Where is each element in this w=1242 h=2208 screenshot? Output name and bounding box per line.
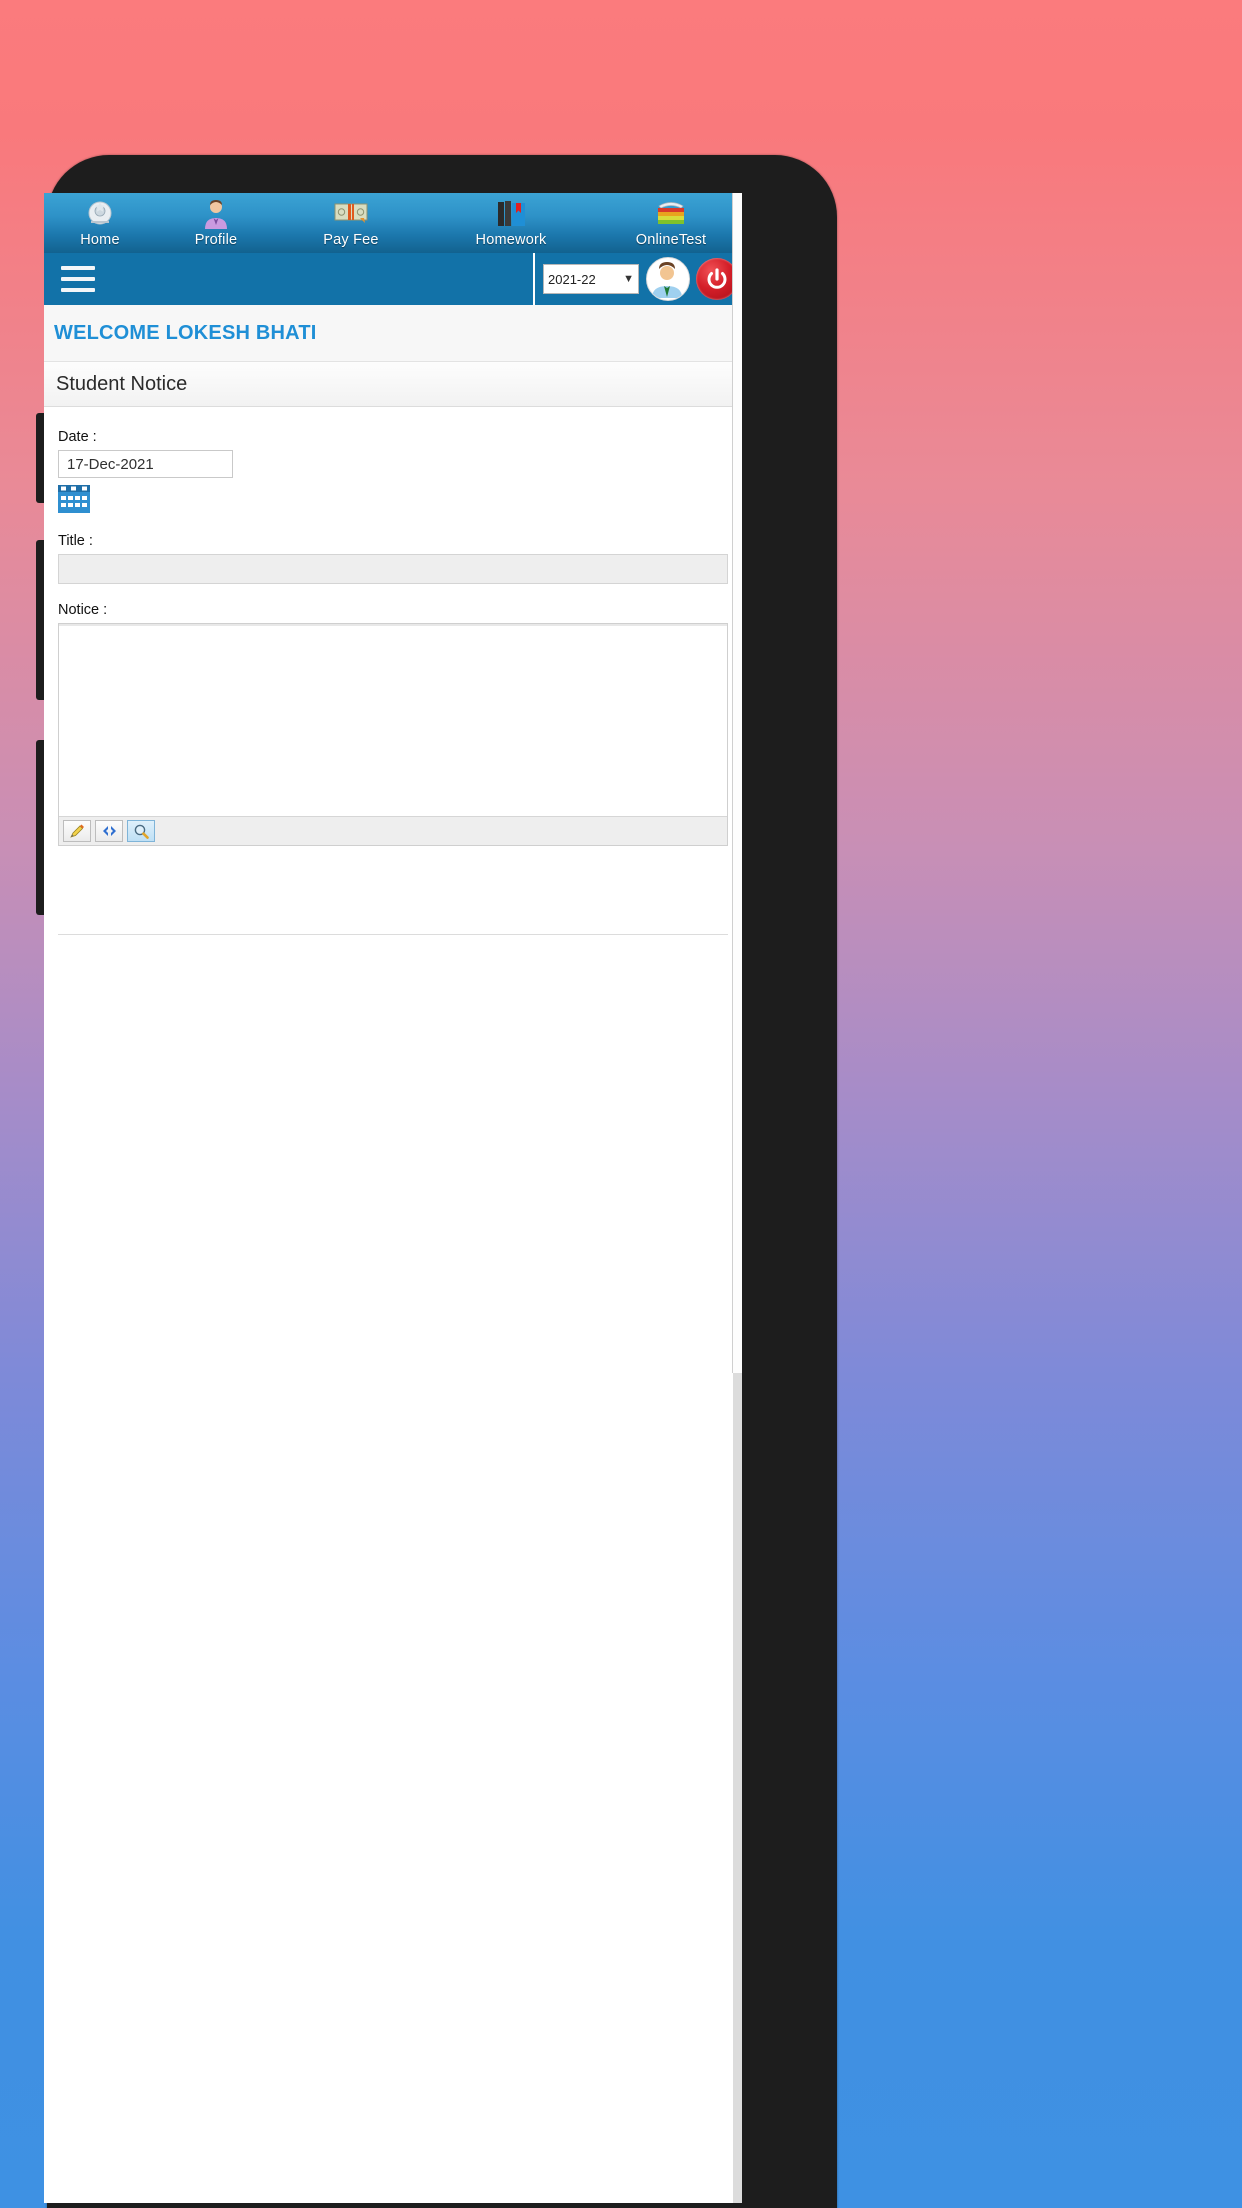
nav-label: Profile <box>194 232 238 248</box>
nav-item-homework[interactable]: Homework <box>426 199 596 253</box>
date-label: Date : <box>58 429 97 445</box>
nav-label: Homework <box>475 232 547 248</box>
title-input[interactable] <box>58 554 728 584</box>
notice-label: Notice : <box>58 602 108 618</box>
page-scrollbar-thumb[interactable] <box>732 193 742 1373</box>
notice-textarea[interactable] <box>59 624 727 817</box>
school-emblem-icon <box>44 199 156 231</box>
pencil-icon[interactable] <box>63 820 91 842</box>
welcome-message: WELCOME LOKESH BHATI <box>54 321 317 344</box>
chevron-down-icon: ▼ <box>623 273 634 285</box>
screenshot-stage: Home Profile Pay Fee Homework OnlineTest… <box>0 0 1242 2208</box>
notice-rich-text-editor <box>58 623 728 846</box>
page-scrollbar-track[interactable] <box>732 193 742 2203</box>
stacked-books-icon <box>596 199 742 231</box>
header-right-controls: 2021-22 ▼ <box>533 253 742 305</box>
section-header: Student Notice <box>44 362 742 407</box>
title-label: Title : <box>58 533 93 549</box>
phone-screen: Home Profile Pay Fee Homework OnlineTest… <box>44 193 742 2203</box>
page-content: WELCOME LOKESH BHATI Student Notice Date… <box>44 305 742 935</box>
session-year-value: 2021-22 <box>548 271 596 287</box>
app-header-bar: 2021-22 ▼ <box>44 253 742 305</box>
nav-label: Home <box>80 232 120 248</box>
nav-item-pay-fee[interactable]: Pay Fee <box>276 199 426 253</box>
notice-form: Date : 17-Dec-2021 Title: Notice: <box>44 407 742 935</box>
user-profile-icon <box>156 199 276 231</box>
user-avatar-icon[interactable] <box>646 257 690 301</box>
nav-label: OnlineTest <box>635 232 707 248</box>
banknote-icon <box>276 199 426 231</box>
nav-item-onlinetest[interactable]: OnlineTest <box>596 199 742 253</box>
page-title: Student Notice <box>56 372 188 395</box>
nav-item-home[interactable]: Home <box>44 199 156 253</box>
nav-label: Pay Fee <box>323 232 379 248</box>
welcome-banner: WELCOME LOKESH BHATI <box>44 305 742 362</box>
date-value: 17-Dec-2021 <box>67 455 154 473</box>
content-divider <box>58 934 728 935</box>
code-icon[interactable] <box>95 820 123 842</box>
date-input[interactable]: 17-Dec-2021 <box>58 450 233 478</box>
session-year-select[interactable]: 2021-22 ▼ <box>543 264 639 294</box>
hamburger-menu-icon[interactable] <box>61 266 95 292</box>
editor-toolbar <box>59 817 727 845</box>
nav-item-profile[interactable]: Profile <box>156 199 276 253</box>
icon-navigation-bar: Home Profile Pay Fee Homework OnlineTest <box>44 193 742 253</box>
books-bookmark-icon <box>426 199 596 231</box>
magnifier-icon[interactable] <box>127 820 155 842</box>
calendar-icon[interactable] <box>58 485 90 513</box>
